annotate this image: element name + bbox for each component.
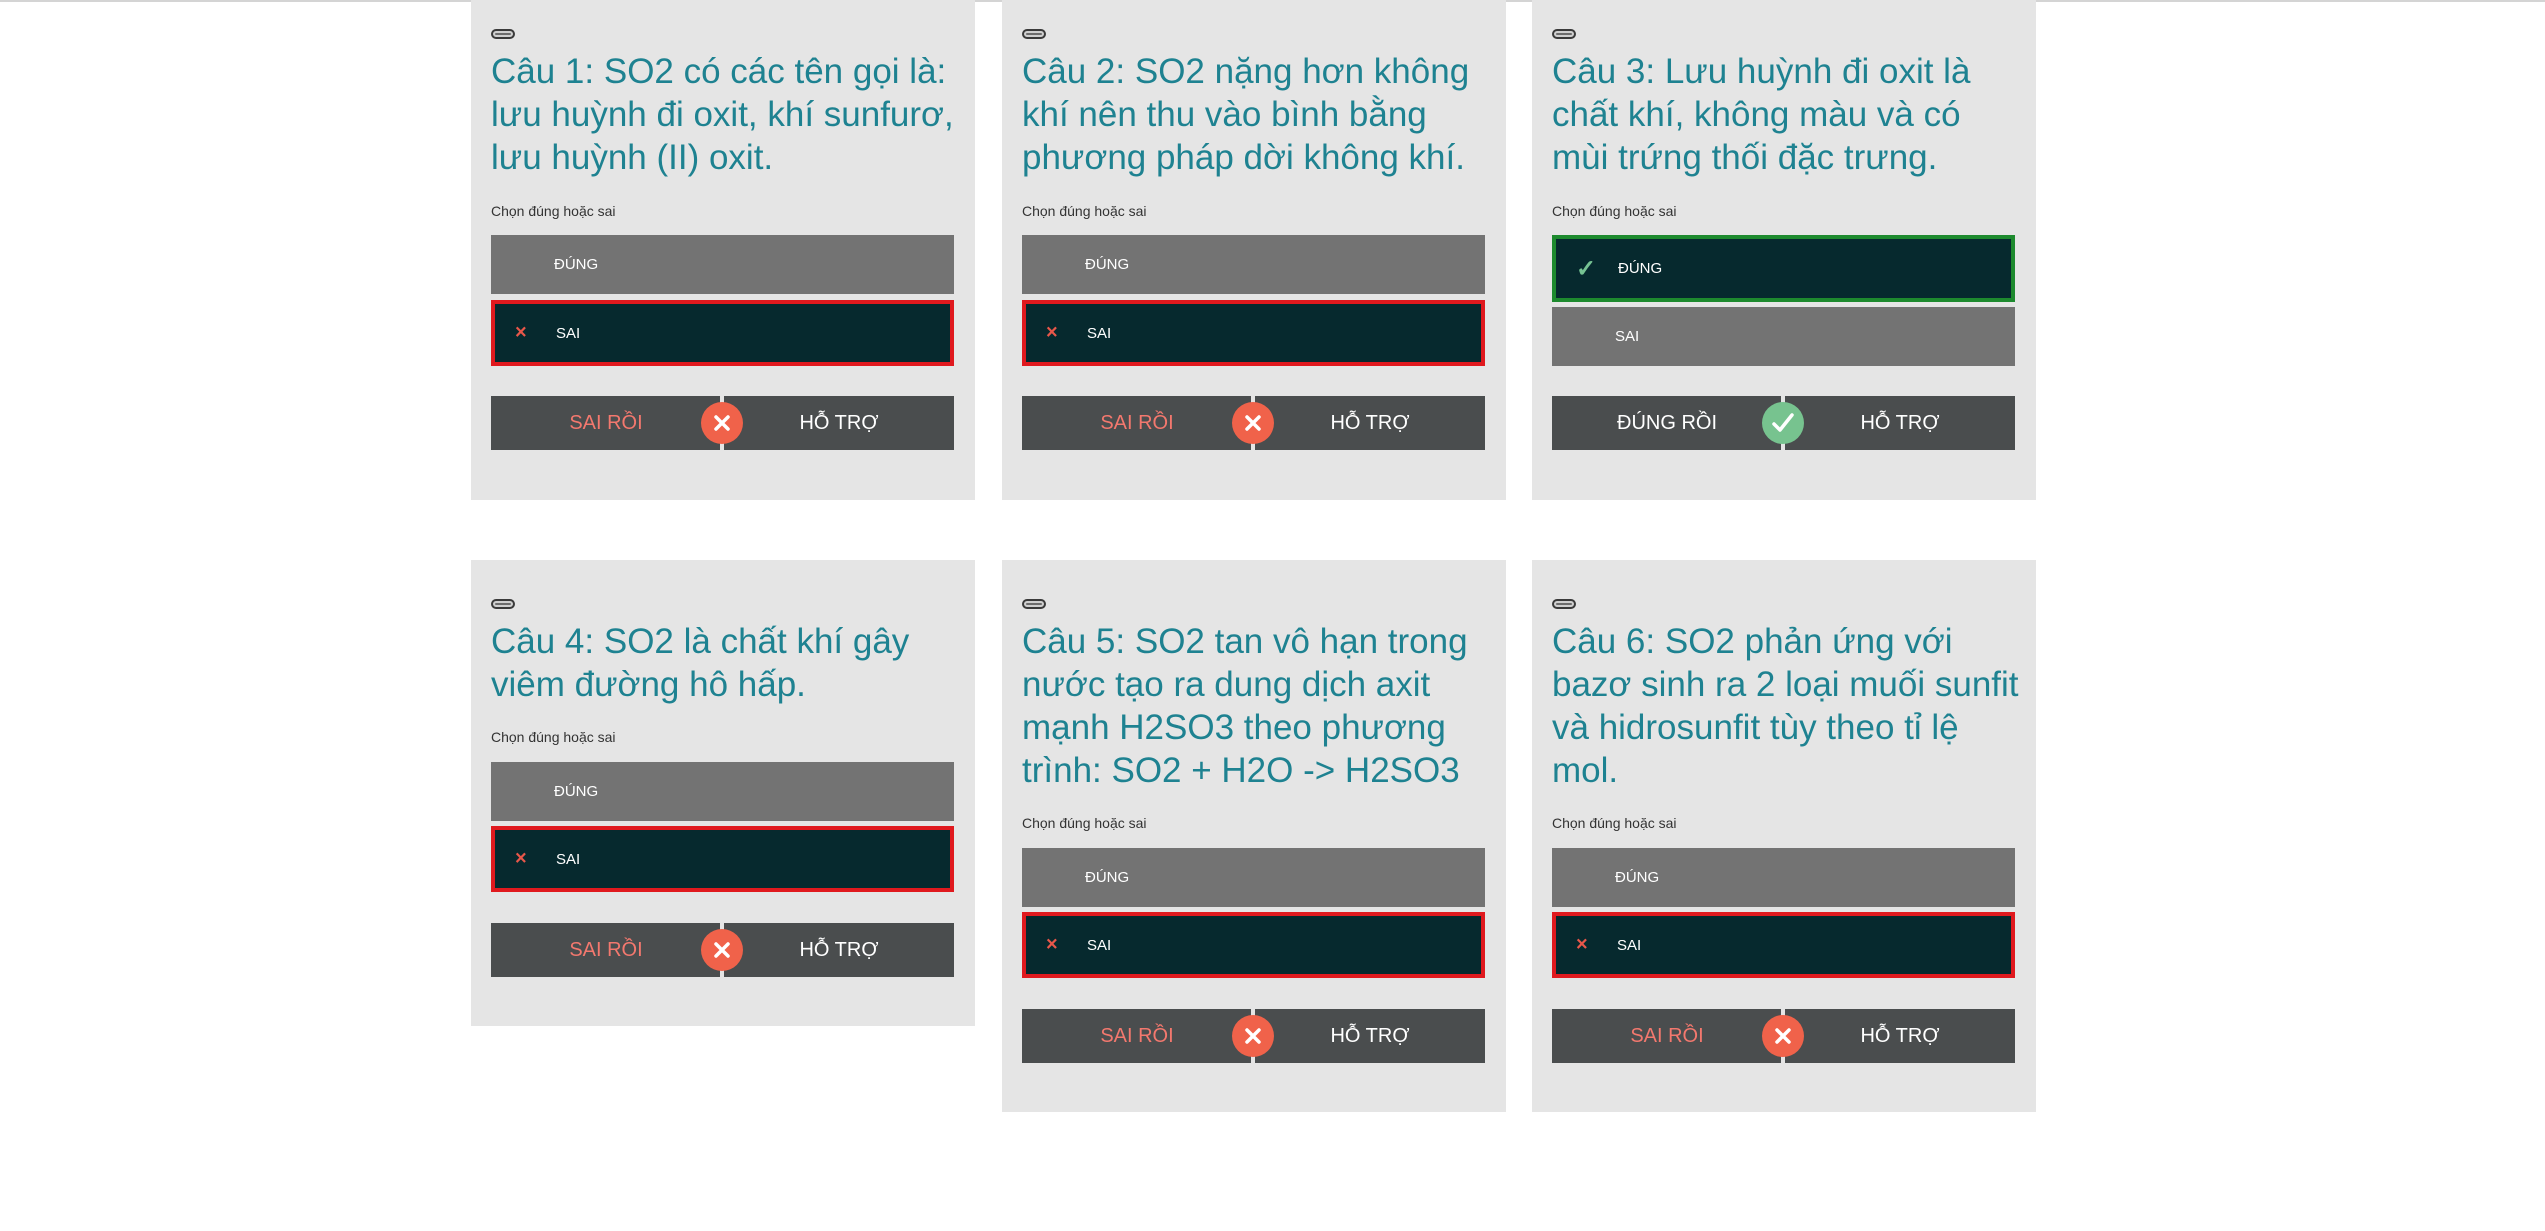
help-button[interactable]: HỖ TRỢ	[724, 396, 954, 450]
question-card-3: Câu 3: Lưu huỳnh đi oxit là chất khí, kh…	[1532, 0, 2036, 500]
close-circle-icon	[701, 402, 743, 444]
question-card-6: Câu 6: SO2 phản ứng với bazơ sinh ra 2 l…	[1532, 560, 2036, 1112]
question-text: Câu 1: SO2 có các tên gọi là: lưu huỳnh …	[491, 52, 954, 177]
question-card-1: Câu 1: SO2 có các tên gọi là: lưu huỳnh …	[471, 0, 975, 500]
pill-icon	[491, 29, 515, 39]
help-button[interactable]: HỖ TRỢ	[1255, 1009, 1485, 1063]
help-button[interactable]: HỖ TRỢ	[1785, 1009, 2015, 1063]
wrong-mark-icon: ×	[1046, 321, 1058, 344]
option-label: ĐÚNG	[554, 783, 599, 800]
help-button[interactable]: HỖ TRỢ	[1785, 396, 2015, 450]
feedback-bar: SAI RỒI HỖ TRỢ	[491, 396, 954, 450]
option-true[interactable]: ĐÚNG	[491, 762, 954, 821]
wrong-mark-icon: ×	[515, 321, 527, 344]
status-text: SAI RỒI	[569, 938, 643, 961]
close-circle-icon	[701, 929, 743, 971]
status-text: SAI RỒI	[1100, 411, 1174, 434]
status-text: ĐÚNG RỒI	[1617, 411, 1717, 434]
instruction-label: Chọn đúng hoặc sai	[1552, 815, 1677, 831]
status-text: SAI RỒI	[1100, 1024, 1174, 1047]
option-label: SAI	[1087, 324, 1112, 342]
question-text: Câu 5: SO2 tan vô hạn trong nước tạo ra …	[1022, 622, 1468, 790]
instruction-label: Chọn đúng hoặc sai	[1022, 815, 1147, 831]
option-false-selected[interactable]: × SAI	[1552, 912, 2015, 978]
option-label: SAI	[1617, 936, 1642, 954]
check-circle-icon	[1762, 402, 1804, 444]
instruction-label: Chọn đúng hoặc sai	[1022, 203, 1147, 219]
feedback-bar: SAI RỒI HỖ TRỢ	[1022, 1009, 1485, 1063]
option-label: ĐÚNG	[1618, 260, 1663, 277]
close-circle-icon	[1232, 1015, 1274, 1057]
feedback-bar: SAI RỒI HỖ TRỢ	[1022, 396, 1485, 450]
option-label: SAI	[556, 324, 581, 342]
option-label: ĐÚNG	[1085, 256, 1130, 273]
feedback-bar: ĐÚNG RỒI HỖ TRỢ	[1552, 396, 2015, 450]
check-mark-icon: ✓	[1576, 255, 1597, 282]
question-text: Câu 3: Lưu huỳnh đi oxit là chất khí, kh…	[1552, 52, 1971, 177]
option-label: ĐÚNG	[1085, 869, 1130, 886]
pill-icon	[1552, 29, 1576, 39]
pill-icon	[491, 599, 515, 609]
option-false-selected[interactable]: × SAI	[1022, 912, 1485, 978]
close-circle-icon	[1762, 1015, 1804, 1057]
option-true[interactable]: ĐÚNG	[1022, 848, 1485, 907]
instruction-label: Chọn đúng hoặc sai	[1552, 203, 1677, 219]
wrong-mark-icon: ×	[515, 847, 527, 870]
option-label: SAI	[556, 850, 581, 868]
feedback-bar: SAI RỒI HỖ TRỢ	[1552, 1009, 2015, 1063]
wrong-mark-icon: ×	[1046, 933, 1058, 956]
option-false[interactable]: SAI	[1552, 307, 2015, 366]
option-false-selected[interactable]: × SAI	[1022, 300, 1485, 366]
pill-icon	[1022, 29, 1046, 39]
status-text: SAI RỒI	[1630, 1024, 1704, 1047]
question-card-2: Câu 2: SO2 nặng hơn không khí nên thu và…	[1002, 0, 1506, 500]
option-false-selected[interactable]: × SAI	[491, 826, 954, 892]
option-true[interactable]: ĐÚNG	[1022, 235, 1485, 294]
close-circle-icon	[1232, 402, 1274, 444]
option-true-selected[interactable]: ✓ ĐÚNG	[1552, 235, 2015, 302]
help-button[interactable]: HỖ TRỢ	[724, 923, 954, 977]
question-card-4: Câu 4: SO2 là chất khí gây viêm đường hô…	[471, 560, 975, 1026]
option-false-selected[interactable]: × SAI	[491, 300, 954, 366]
option-true[interactable]: ĐÚNG	[1552, 848, 2015, 907]
option-label: SAI	[1087, 936, 1112, 954]
option-label: ĐÚNG	[1615, 869, 1660, 886]
instruction-label: Chọn đúng hoặc sai	[491, 203, 616, 219]
wrong-mark-icon: ×	[1576, 933, 1588, 956]
feedback-bar: SAI RỒI HỖ TRỢ	[491, 923, 954, 977]
pill-icon	[1022, 599, 1046, 609]
instruction-label: Chọn đúng hoặc sai	[491, 729, 616, 745]
option-label: ĐÚNG	[554, 256, 599, 273]
status-text: SAI RỒI	[569, 411, 643, 434]
option-true[interactable]: ĐÚNG	[491, 235, 954, 294]
question-text: Câu 4: SO2 là chất khí gây viêm đường hô…	[491, 622, 910, 704]
question-card-5: Câu 5: SO2 tan vô hạn trong nước tạo ra …	[1002, 560, 1506, 1112]
question-text: Câu 2: SO2 nặng hơn không khí nên thu và…	[1022, 52, 1470, 177]
pill-icon	[1552, 599, 1576, 609]
option-label: SAI	[1615, 328, 1640, 345]
question-text: Câu 6: SO2 phản ứng với bazơ sinh ra 2 l…	[1552, 622, 2019, 790]
help-button[interactable]: HỖ TRỢ	[1255, 396, 1485, 450]
